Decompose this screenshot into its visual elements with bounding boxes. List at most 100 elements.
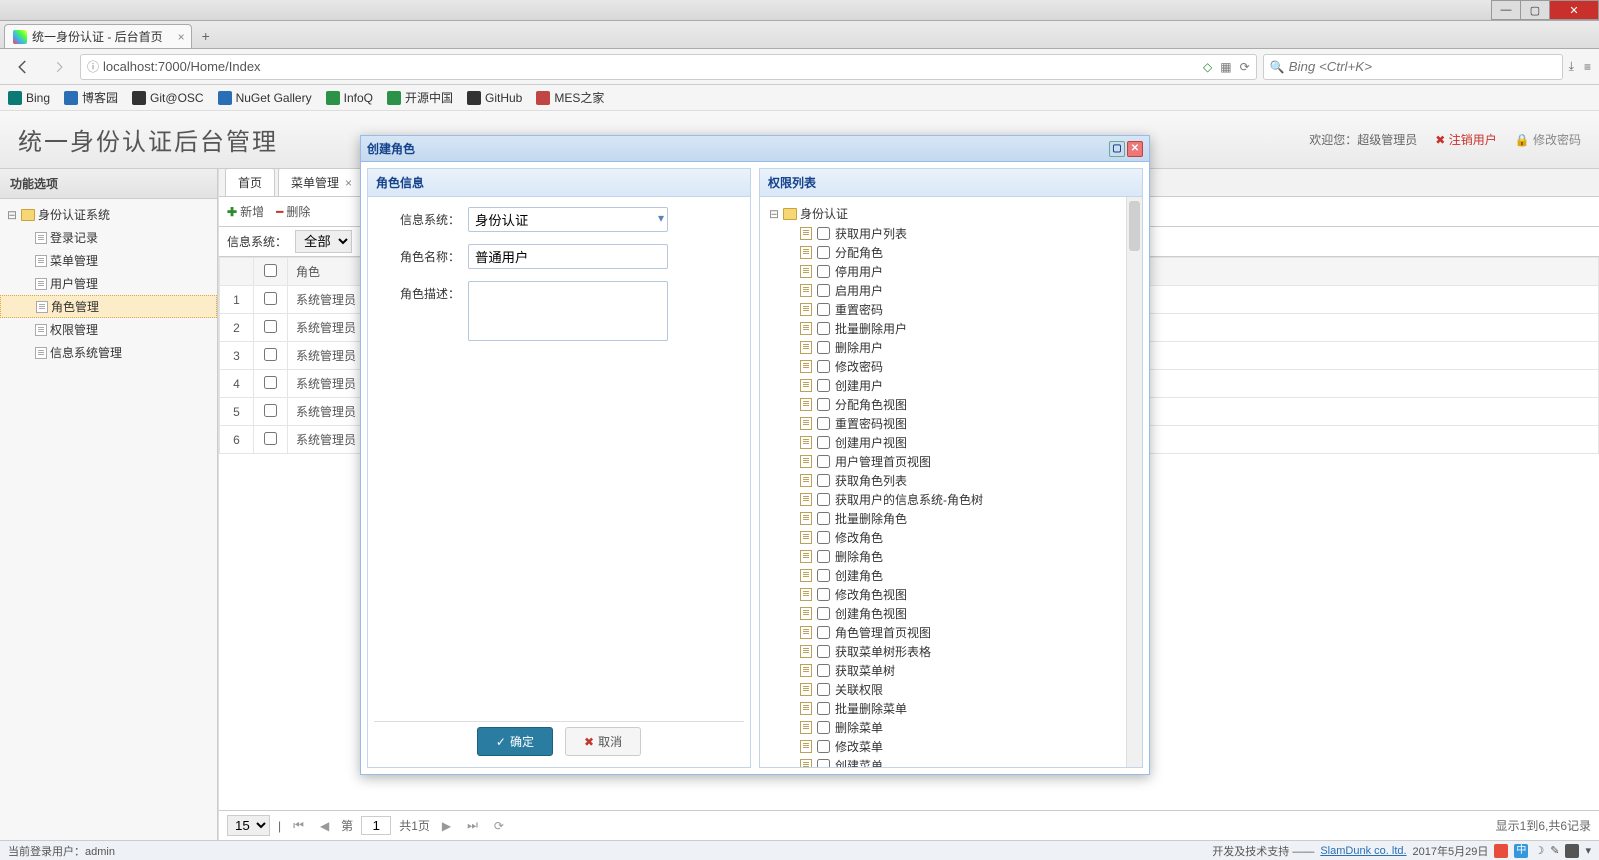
perm-item[interactable]: 角色管理首页视图 [764, 623, 1122, 642]
tray-icon[interactable]: ▾ [1585, 844, 1591, 857]
tab-close-icon[interactable]: × [345, 176, 352, 190]
refresh-button[interactable]: ⟳ [490, 819, 508, 833]
tree-item[interactable]: 登录记录 [0, 226, 217, 249]
url-bar[interactable]: ⓘ ◇ ▦ ⟳ [80, 54, 1257, 80]
perm-item[interactable]: 创建菜单 [764, 756, 1122, 767]
site-info-icon[interactable]: ⓘ [87, 58, 99, 75]
perm-checkbox[interactable] [817, 379, 830, 392]
perm-checkbox[interactable] [817, 341, 830, 354]
ok-button[interactable]: ✓确定 [477, 727, 553, 756]
filter-select[interactable]: 全部 [295, 230, 352, 253]
perm-item[interactable]: 启用用户 [764, 281, 1122, 300]
perm-checkbox[interactable] [817, 626, 830, 639]
perm-item[interactable]: 获取用户的信息系统-角色树 [764, 490, 1122, 509]
perm-item[interactable]: 获取菜单树形表格 [764, 642, 1122, 661]
perm-item[interactable]: 删除角色 [764, 547, 1122, 566]
collapse-icon[interactable]: ⊟ [6, 208, 18, 222]
perm-item[interactable]: 创建角色视图 [764, 604, 1122, 623]
perm-item[interactable]: 创建角色 [764, 566, 1122, 585]
perm-root[interactable]: ⊟身份认证 [764, 203, 1122, 224]
row-checkbox[interactable] [264, 292, 277, 305]
perm-checkbox[interactable] [817, 683, 830, 696]
tab-close-icon[interactable]: × [178, 30, 185, 44]
dialog-maximize-button[interactable]: ▢ [1109, 141, 1125, 157]
perm-item[interactable]: 修改菜单 [764, 737, 1122, 756]
perm-checkbox[interactable] [817, 322, 830, 335]
change-password-link[interactable]: 🔒 修改密码 [1515, 131, 1581, 148]
perm-item[interactable]: 创建用户视图 [764, 433, 1122, 452]
support-link[interactable]: SlamDunk co. ltd. [1320, 845, 1406, 857]
perm-item[interactable]: 修改角色 [764, 528, 1122, 547]
window-maximize-button[interactable]: ▢ [1520, 0, 1550, 20]
row-checkbox[interactable] [264, 432, 277, 445]
system-select[interactable] [468, 207, 668, 232]
perm-checkbox[interactable] [817, 303, 830, 316]
bookmark-item[interactable]: GitHub [467, 91, 522, 105]
perm-item[interactable]: 关联权限 [764, 680, 1122, 699]
tree-item[interactable]: 权限管理 [0, 318, 217, 341]
tree-item[interactable]: 用户管理 [0, 272, 217, 295]
select-all-checkbox[interactable] [264, 264, 277, 277]
perm-checkbox[interactable] [817, 417, 830, 430]
perm-checkbox[interactable] [817, 588, 830, 601]
perm-item[interactable]: 获取用户列表 [764, 224, 1122, 243]
row-checkbox[interactable] [264, 376, 277, 389]
collapse-icon[interactable]: ⊟ [768, 207, 780, 221]
window-minimize-button[interactable]: — [1491, 0, 1521, 20]
perm-checkbox[interactable] [817, 455, 830, 468]
scrollbar-thumb[interactable] [1129, 201, 1140, 251]
perm-item[interactable]: 获取菜单树 [764, 661, 1122, 680]
perm-item[interactable]: 修改密码 [764, 357, 1122, 376]
scrollbar[interactable] [1126, 197, 1142, 767]
dialog-close-button[interactable]: ✕ [1127, 141, 1143, 157]
tray-icon[interactable]: ✎ [1550, 844, 1559, 857]
perm-checkbox[interactable] [817, 284, 830, 297]
tray-icon[interactable]: 中 [1514, 844, 1528, 858]
perm-item[interactable]: 分配角色视图 [764, 395, 1122, 414]
prev-page-button[interactable]: ◀ [316, 819, 333, 833]
perm-checkbox[interactable] [817, 398, 830, 411]
perm-checkbox[interactable] [817, 759, 830, 767]
row-checkbox[interactable] [264, 348, 277, 361]
perm-checkbox[interactable] [817, 227, 830, 240]
tree-item[interactable]: 菜单管理 [0, 249, 217, 272]
bookmark-item[interactable]: 开源中国 [387, 89, 453, 106]
tree-root[interactable]: ⊟身份认证系统 [0, 203, 217, 226]
perm-checkbox[interactable] [817, 493, 830, 506]
tray-icon[interactable]: ☽ [1534, 844, 1544, 857]
perm-item[interactable]: 删除用户 [764, 338, 1122, 357]
tree-item[interactable]: 角色管理 [0, 295, 217, 318]
perm-checkbox[interactable] [817, 569, 830, 582]
page-input[interactable] [361, 816, 391, 835]
qr-icon[interactable]: ▦ [1220, 60, 1231, 74]
perm-item[interactable]: 删除菜单 [764, 718, 1122, 737]
perm-item[interactable]: 修改角色视图 [764, 585, 1122, 604]
content-tab[interactable]: 菜单管理× [278, 169, 365, 196]
role-desc-textarea[interactable] [468, 281, 668, 341]
perm-checkbox[interactable] [817, 702, 830, 715]
tree-item[interactable]: 信息系统管理 [0, 341, 217, 364]
perm-item[interactable]: 获取角色列表 [764, 471, 1122, 490]
bookmark-item[interactable]: Git@OSC [132, 91, 204, 105]
delete-button[interactable]: ━删除 [276, 203, 310, 220]
perm-item[interactable]: 分配角色 [764, 243, 1122, 262]
perm-item[interactable]: 批量删除用户 [764, 319, 1122, 338]
perm-item[interactable]: 批量删除角色 [764, 509, 1122, 528]
last-page-button[interactable]: ⏭ [463, 818, 482, 833]
forward-button[interactable] [44, 54, 74, 80]
perm-item[interactable]: 批量删除菜单 [764, 699, 1122, 718]
bookmark-item[interactable]: MES之家 [536, 89, 604, 106]
content-tab[interactable]: 首页 [225, 169, 275, 196]
search-input[interactable] [1289, 59, 1556, 74]
menu-icon[interactable]: ≡ [1584, 60, 1591, 74]
bookmark-item[interactable]: 博客园 [64, 89, 118, 106]
perm-checkbox[interactable] [817, 531, 830, 544]
perm-checkbox[interactable] [817, 474, 830, 487]
row-checkbox[interactable] [264, 320, 277, 333]
cancel-button[interactable]: ✖取消 [565, 727, 641, 756]
perm-checkbox[interactable] [817, 246, 830, 259]
logout-link[interactable]: ✖ 注销用户 [1435, 131, 1496, 148]
dialog-header[interactable]: 创建角色 ▢ ✕ [361, 136, 1149, 162]
search-bar[interactable]: 🔍 [1263, 54, 1563, 80]
perm-checkbox[interactable] [817, 664, 830, 677]
